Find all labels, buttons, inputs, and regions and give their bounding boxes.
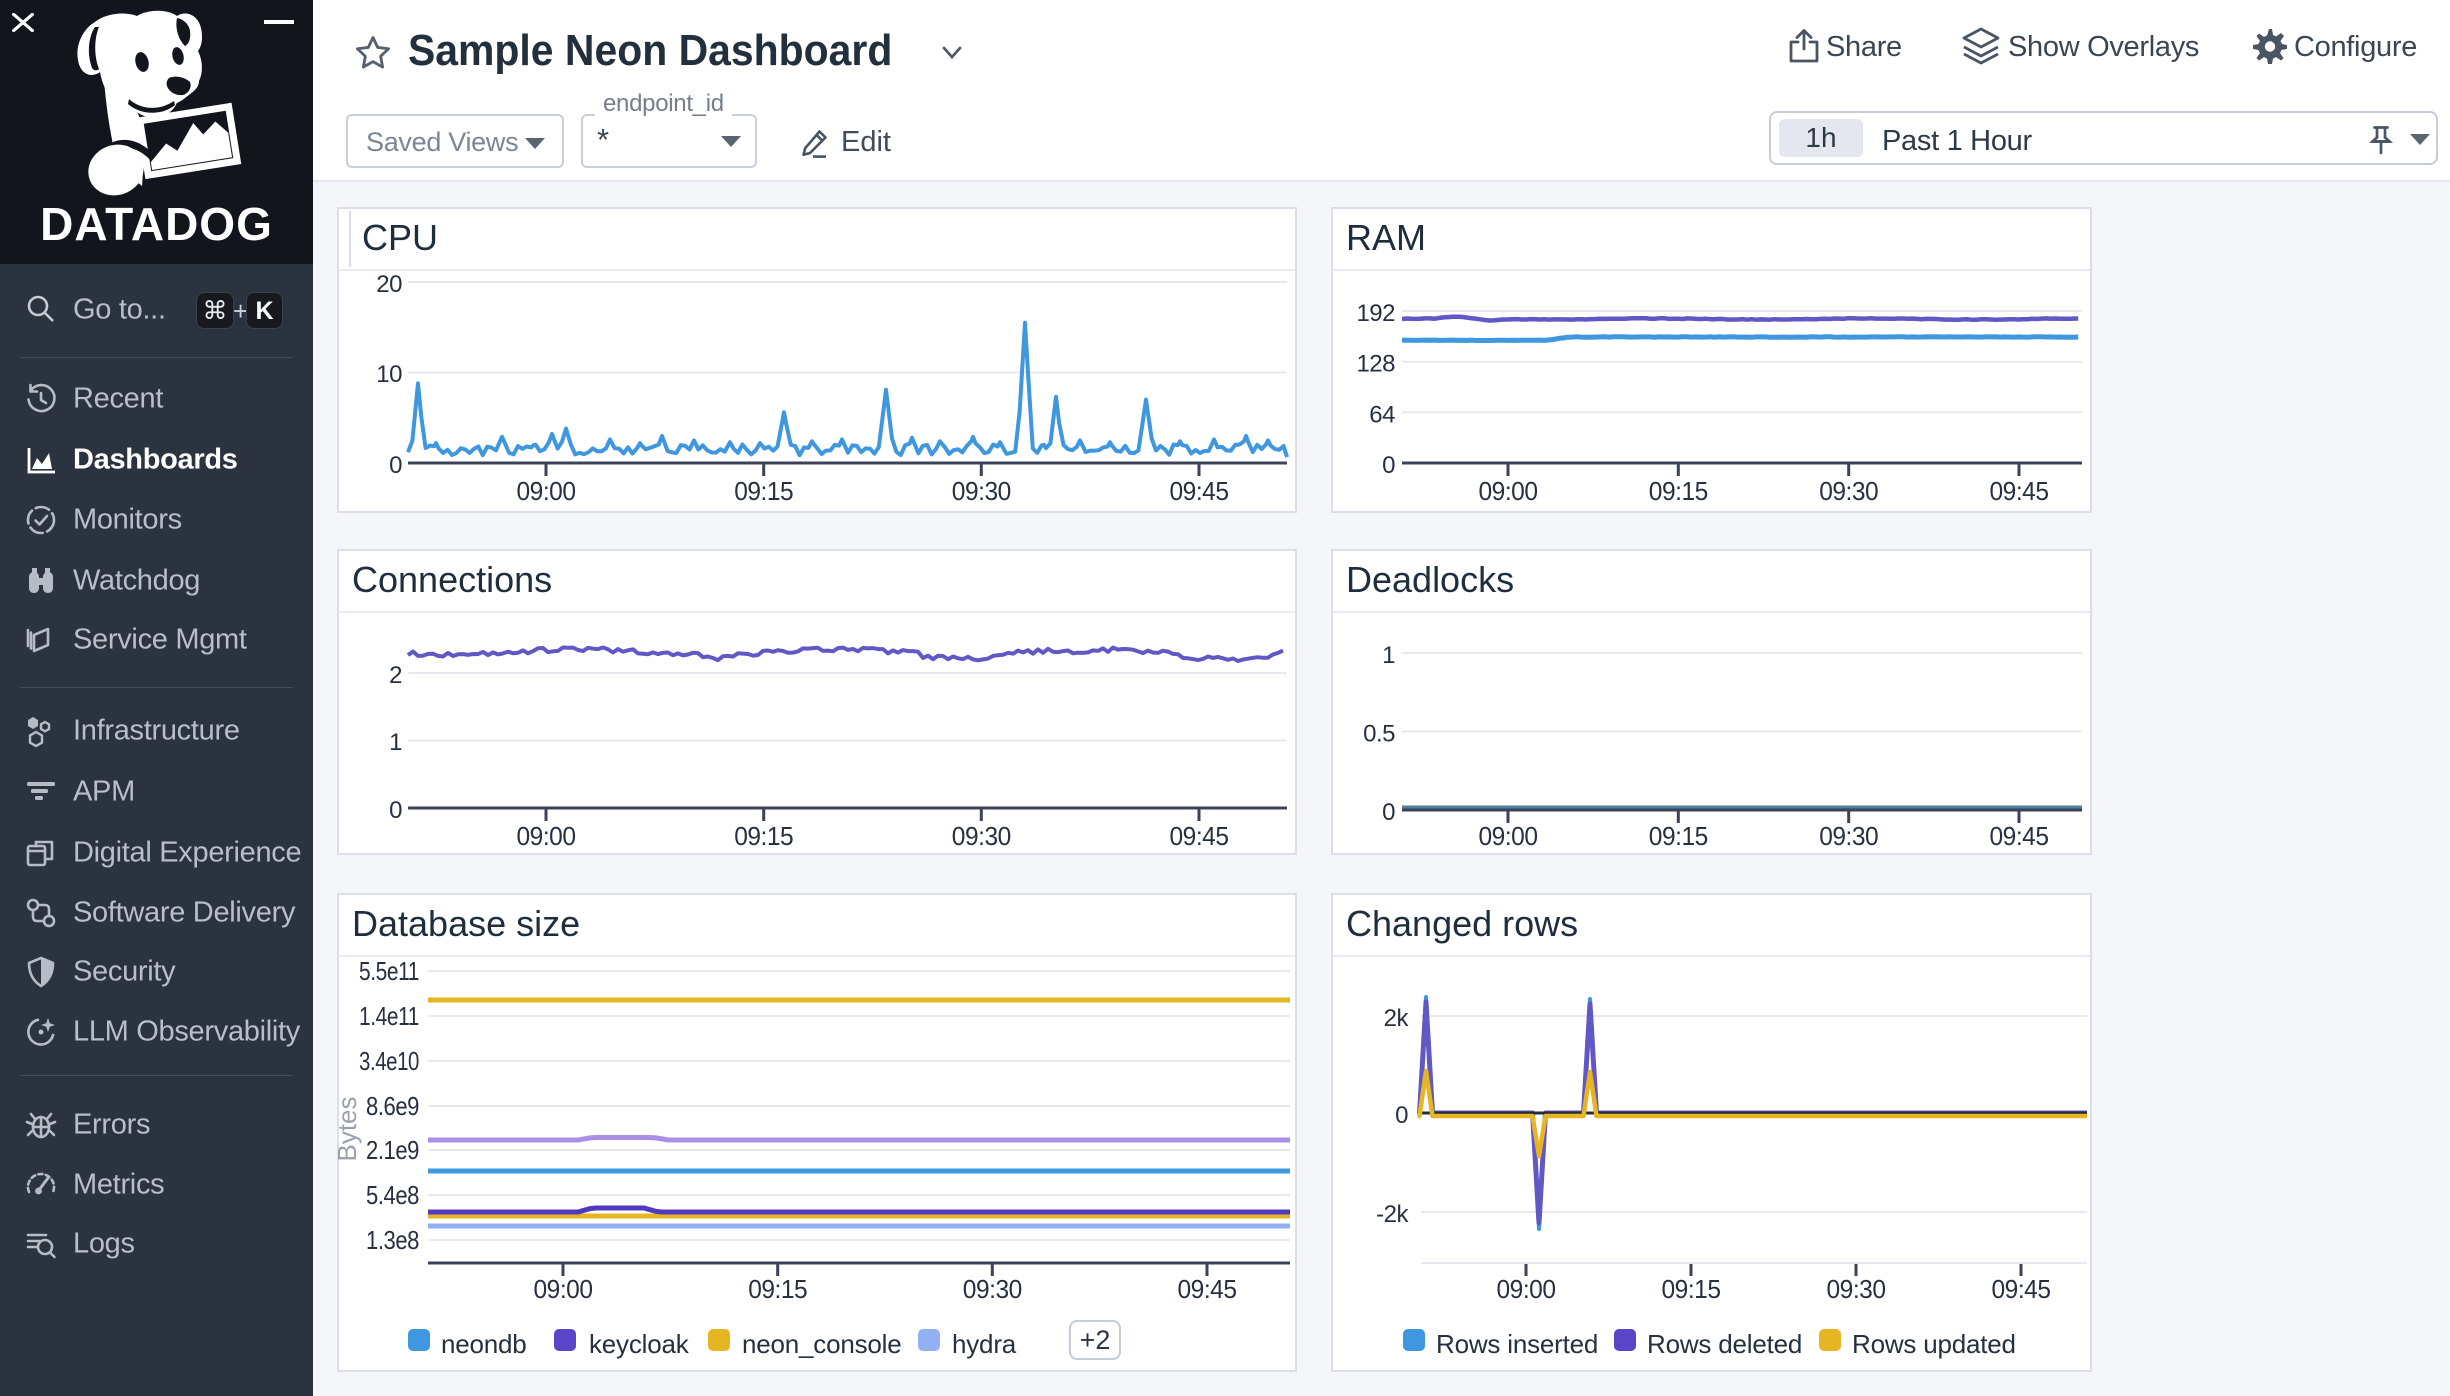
svg-text:09:00: 09:00 [534,1274,593,1304]
svg-text:10: 10 [376,361,402,388]
svg-text:3.4e10: 3.4e10 [359,1046,419,1076]
svg-text:09:15: 09:15 [1649,821,1708,851]
svg-text:09:45: 09:45 [1178,1274,1237,1304]
svg-text:09:30: 09:30 [1827,1274,1886,1304]
svg-text:09:15: 09:15 [734,821,793,851]
svg-text:09:30: 09:30 [952,476,1011,506]
svg-text:09:30: 09:30 [952,821,1011,851]
svg-text:5.5e11: 5.5e11 [359,956,419,986]
svg-text:20: 20 [376,271,402,298]
svg-text:2.1e9: 2.1e9 [366,1135,419,1165]
svg-text:0: 0 [389,452,402,479]
svg-text:0: 0 [1395,1102,1408,1129]
svg-text:2k: 2k [1384,1005,1410,1032]
svg-text:09:45: 09:45 [1990,476,2049,506]
svg-text:5.4e8: 5.4e8 [366,1180,419,1210]
svg-text:0.5: 0.5 [1363,721,1395,748]
svg-text:09:00: 09:00 [517,476,576,506]
svg-text:0: 0 [1382,799,1395,826]
svg-text:09:15: 09:15 [1662,1274,1721,1304]
svg-text:09:15: 09:15 [748,1274,807,1304]
svg-text:1: 1 [1382,642,1395,669]
svg-text:1.4e11: 1.4e11 [359,1001,419,1031]
svg-text:0: 0 [1382,452,1395,479]
svg-text:09:15: 09:15 [734,476,793,506]
svg-text:8.6e9: 8.6e9 [366,1091,419,1121]
svg-text:09:45: 09:45 [1992,1274,2051,1304]
svg-text:09:00: 09:00 [1479,476,1538,506]
svg-text:192: 192 [1356,300,1395,327]
svg-text:1: 1 [389,729,402,756]
svg-text:09:00: 09:00 [1479,821,1538,851]
svg-text:09:15: 09:15 [1649,476,1708,506]
svg-text:09:00: 09:00 [517,821,576,851]
svg-text:1.3e8: 1.3e8 [366,1225,419,1255]
svg-text:0: 0 [389,797,402,824]
svg-text:09:45: 09:45 [1170,821,1229,851]
svg-text:09:30: 09:30 [1819,476,1878,506]
svg-text:128: 128 [1356,351,1395,378]
svg-text:09:00: 09:00 [1497,1274,1556,1304]
svg-text:09:30: 09:30 [1819,821,1878,851]
svg-text:Bytes: Bytes [337,1096,362,1161]
svg-text:2: 2 [389,662,402,689]
svg-text:64: 64 [1369,401,1395,428]
svg-text:09:30: 09:30 [963,1274,1022,1304]
svg-text:09:45: 09:45 [1170,476,1229,506]
svg-text:09:45: 09:45 [1990,821,2049,851]
svg-text:-2k: -2k [1376,1201,1409,1228]
